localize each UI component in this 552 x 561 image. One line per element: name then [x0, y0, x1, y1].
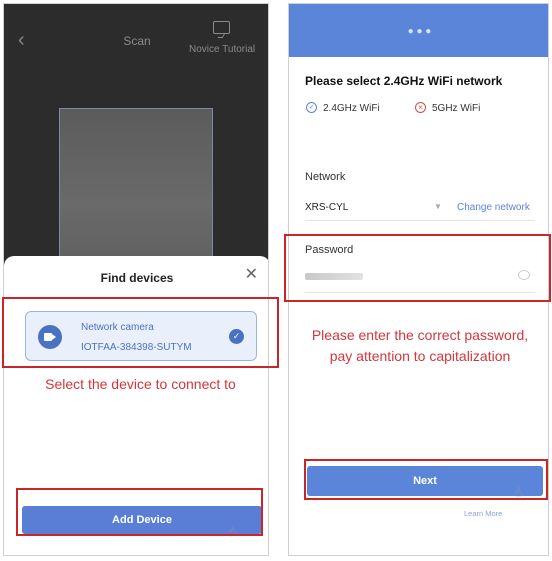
check-circle-icon: ✓	[306, 102, 317, 113]
annotation-select-device: Select the device to connect to	[45, 376, 236, 392]
topbar-title: ● ● ●	[407, 26, 432, 37]
tutorial-composite: ‹ Scan Novice Tutorial Find devices ✕ Ne…	[0, 0, 552, 561]
video-chat-icon[interactable]	[213, 21, 230, 34]
sheet-title: Find devices	[100, 271, 174, 285]
learn-more-link[interactable]: Learn More	[464, 509, 502, 518]
scan-screen: ‹ Scan Novice Tutorial Find devices ✕ Ne…	[3, 3, 269, 556]
annotation-password-line1: Please enter the correct password,	[311, 327, 529, 343]
wifi-heading: Please select 2.4GHz WiFi network	[305, 74, 503, 88]
change-network-link[interactable]: Change network	[457, 202, 530, 213]
scan-viewfinder	[59, 108, 213, 268]
novice-tutorial-link[interactable]: Novice Tutorial	[189, 44, 255, 55]
highlight-next	[304, 459, 548, 500]
highlight-add-device	[16, 488, 263, 536]
divider	[305, 220, 535, 221]
top-bar: ● ● ●	[289, 4, 548, 57]
highlight-device	[2, 297, 279, 368]
camera-view: ‹ Scan Novice Tutorial	[4, 4, 268, 269]
supported-wifi-label: 2.4GHz WiFi	[323, 103, 380, 114]
network-select[interactable]: XRS-CYL	[305, 202, 348, 213]
annotation-password-line2: pay attention to capitalization	[329, 348, 511, 364]
cross-circle-icon: ×	[415, 102, 426, 113]
highlight-password	[284, 234, 551, 302]
unsupported-wifi-label: 5GHz WiFi	[432, 103, 481, 114]
caret-down-icon[interactable]: ▼	[434, 202, 442, 211]
close-icon[interactable]: ✕	[245, 266, 258, 284]
network-label: Network	[305, 171, 346, 183]
